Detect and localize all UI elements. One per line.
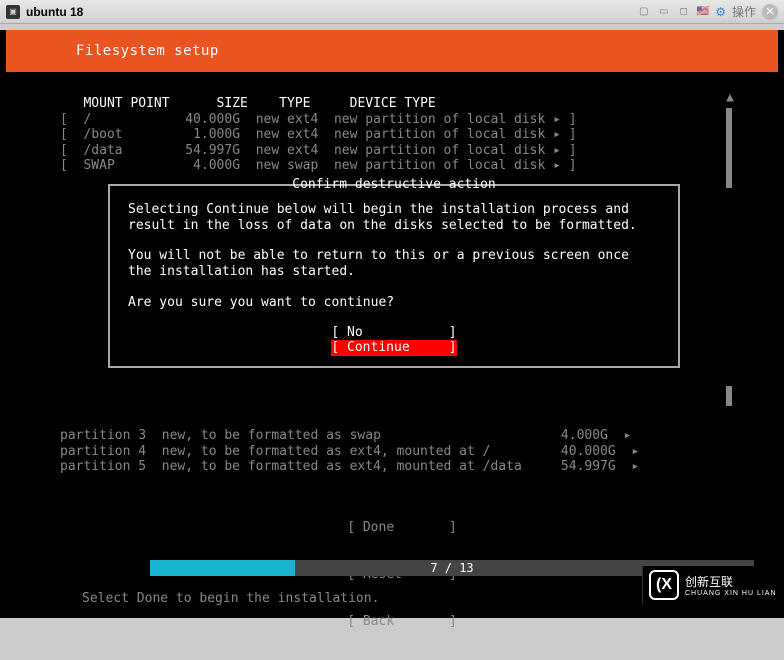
chevron-right-icon[interactable]: ▸ [631, 459, 639, 474]
partition-list: partition 3 new, to be formatted as swap… [60, 428, 744, 660]
chevron-right-icon[interactable]: ▸ [631, 444, 639, 459]
table-row[interactable]: [ SWAP 4.000G new swap new partition of … [60, 158, 724, 174]
flag-icon: 🇺🇸 [697, 6, 709, 17]
dialog-text-3: Are you sure you want to continue? [128, 295, 660, 311]
watermark-logo: (X 创新互联 CHUANG XIN HU LIAN [642, 566, 784, 604]
table-row[interactable]: [ /data 54.997G new ext4 new partition o… [60, 143, 724, 159]
close-icon[interactable]: ✕ [762, 4, 778, 20]
window-control-3[interactable]: ◻ [677, 5, 691, 19]
table-header: MOUNT POINT SIZE TYPE DEVICE TYPE [60, 96, 724, 112]
dialog-text-1: Selecting Continue below will begin the … [128, 202, 660, 235]
chevron-right-icon[interactable]: ▸ [553, 143, 561, 158]
window-control-2[interactable]: ▭ [657, 5, 671, 19]
vm-titlebar: ubuntu 18 ▢ ▭ ◻ 🇺🇸 ⚙ 操作 ✕ [0, 0, 784, 24]
done-button[interactable]: [ Done ] [60, 520, 744, 536]
list-item[interactable]: partition 5 new, to be formatted as ext4… [60, 459, 744, 475]
logo-mark: (X [649, 570, 679, 600]
chevron-right-icon[interactable]: ▸ [553, 127, 561, 142]
table-row[interactable]: [ /boot 1.000G new ext4 new partition of… [60, 127, 724, 143]
list-item[interactable]: partition 3 new, to be formatted as swap… [60, 428, 744, 444]
vm-screen: Filesystem setup ▲ MOUNT POINT SIZE TYPE… [0, 30, 784, 618]
chevron-right-icon[interactable]: ▸ [624, 428, 632, 443]
logo-cn: 创新互联 [685, 573, 777, 590]
dialog-title: Confirm destructive action [290, 177, 498, 193]
scrollbar-thumb-bottom[interactable] [726, 386, 732, 406]
installer-header: Filesystem setup [6, 30, 778, 72]
window-control-1[interactable]: ▢ [637, 5, 651, 19]
vm-title: ubuntu 18 [26, 5, 83, 19]
dialog-text-2: You will not be able to return to this o… [128, 248, 660, 281]
back-button[interactable]: [ Back ] [60, 614, 744, 630]
confirm-dialog: Confirm destructive action Selecting Con… [108, 184, 680, 368]
list-item[interactable]: partition 4 new, to be formatted as ext4… [60, 444, 744, 460]
chevron-right-icon[interactable]: ▸ [553, 112, 561, 127]
gear-icon[interactable]: ⚙ [715, 5, 726, 19]
logo-en: CHUANG XIN HU LIAN [685, 590, 777, 597]
chevron-right-icon[interactable]: ▸ [553, 158, 561, 173]
table-row[interactable]: [ / 40.000G new ext4 new partition of lo… [60, 112, 724, 128]
vm-icon [6, 5, 20, 19]
no-button[interactable]: [ No ] [110, 325, 678, 341]
hint-text: Select Done to begin the installation. [82, 591, 379, 606]
page-title: Filesystem setup [76, 43, 219, 59]
continue-button[interactable]: [ Continue ] [331, 340, 456, 356]
operate-label[interactable]: 操作 [732, 3, 756, 20]
